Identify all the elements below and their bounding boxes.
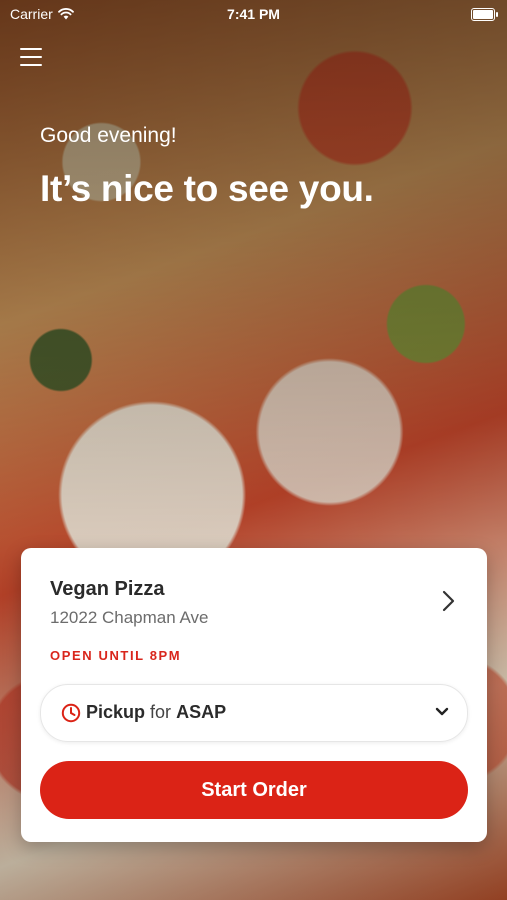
clock-icon bbox=[61, 703, 81, 723]
status-time: 7:41 PM bbox=[227, 6, 280, 22]
store-name[interactable]: Vegan Pizza bbox=[50, 578, 165, 601]
pickup-time-selector[interactable]: Pickup for ASAP bbox=[40, 684, 468, 742]
app-screen: Carrier 7:41 PM Good evening! It’s nice … bbox=[0, 0, 507, 900]
status-bar: Carrier 7:41 PM bbox=[0, 0, 507, 28]
store-address: 12022 Chapman Ave bbox=[50, 608, 209, 627]
start-order-button[interactable]: Start Order bbox=[40, 761, 468, 819]
menu-line bbox=[20, 64, 42, 66]
order-method: Pickup bbox=[86, 702, 146, 722]
battery-icon bbox=[471, 8, 498, 21]
order-time: ASAP bbox=[176, 702, 227, 722]
store-card: Vegan Pizza 12022 Chapman Ave OPEN UNTIL… bbox=[21, 548, 487, 842]
order-connector: for bbox=[150, 702, 172, 722]
hamburger-menu-icon[interactable] bbox=[20, 48, 42, 66]
chevron-right-icon[interactable] bbox=[437, 588, 459, 614]
welcome-headline: It’s nice to see you. bbox=[40, 168, 374, 209]
chevron-down-icon bbox=[435, 707, 449, 716]
greeting-text: Good evening! bbox=[40, 124, 177, 147]
open-status-label: OPEN UNTIL 8PM bbox=[50, 648, 182, 663]
menu-line bbox=[20, 48, 42, 50]
menu-line bbox=[20, 56, 42, 58]
pickup-summary: Pickup for ASAP bbox=[86, 702, 226, 723]
